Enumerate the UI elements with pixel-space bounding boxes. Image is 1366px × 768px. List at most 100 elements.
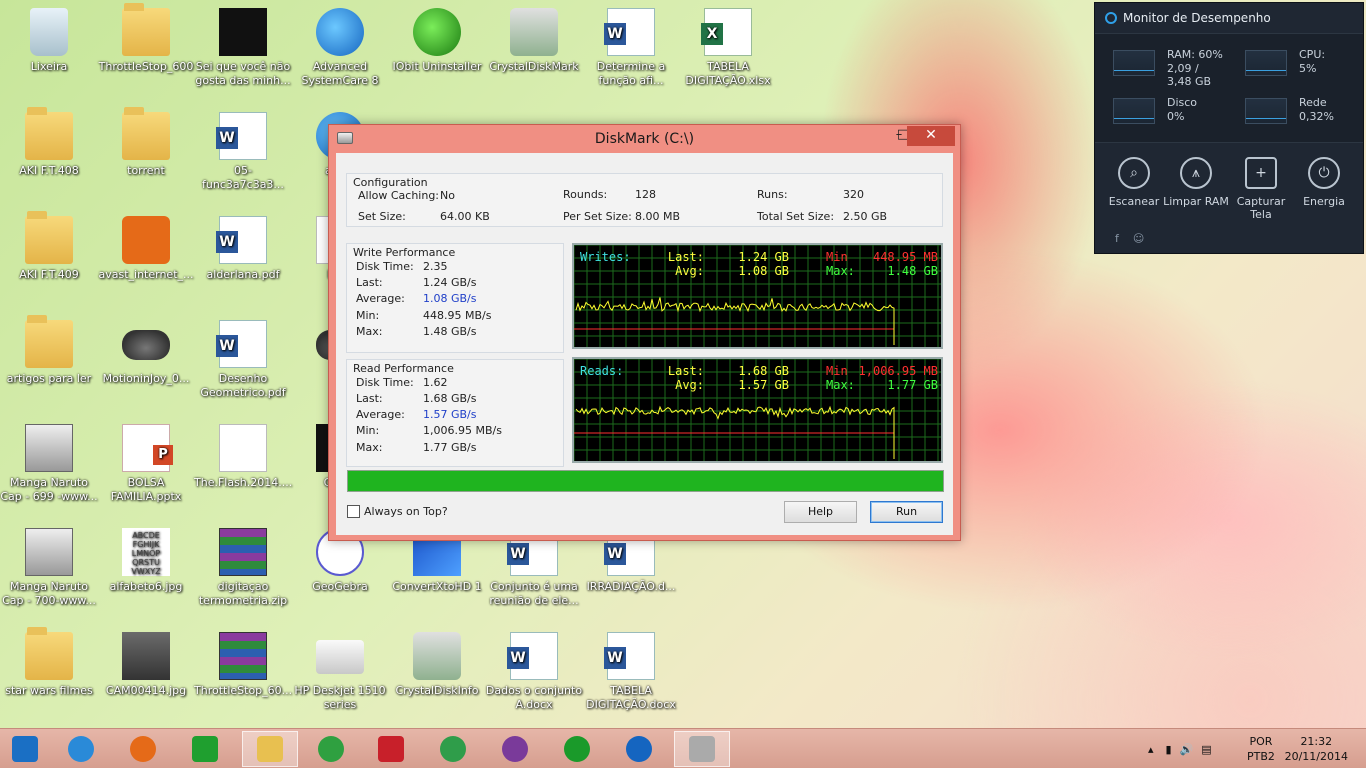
desktop-icon[interactable]: alderlana.pdf bbox=[194, 216, 292, 282]
read-disk-time-value: 1.62 bbox=[423, 376, 448, 389]
desktop-icon-label: TABELA DIGITAÇÃO.docx bbox=[586, 684, 676, 711]
taskbar-item[interactable] bbox=[366, 731, 416, 767]
desktop-icon-label: Sei que você não gosta das minh... bbox=[195, 60, 291, 87]
taskbar-item[interactable] bbox=[118, 731, 168, 767]
desktop-icon[interactable]: Sei que você não gosta das minh... bbox=[194, 8, 292, 88]
torrent-t-icon bbox=[378, 736, 404, 762]
desktop-icon[interactable]: digitaçao termometria.zip bbox=[194, 528, 292, 608]
word-icon bbox=[216, 216, 267, 264]
perf-social: f ☺ bbox=[1115, 232, 1144, 245]
desktop-icon[interactable]: Determine a função afi... bbox=[582, 8, 680, 88]
language-indicator[interactable]: POR PTB2 bbox=[1247, 734, 1275, 764]
power-button[interactable]: ⏻ Energia bbox=[1289, 157, 1359, 208]
desktop-icon[interactable]: avast_internet_... bbox=[97, 216, 195, 282]
perf-title-bar: Monitor de Desempenho bbox=[1095, 3, 1363, 33]
tray-expand-icon[interactable]: ▴ bbox=[1148, 743, 1154, 756]
desktop-icon[interactable]: CrystalDiskInfo bbox=[388, 632, 486, 698]
clock[interactable]: 21:32 20/11/2014 bbox=[1285, 734, 1348, 764]
scan-button[interactable]: ⌕ Escanear bbox=[1099, 157, 1169, 208]
desktop-icon-label: CrystalDiskInfo bbox=[395, 684, 479, 697]
volume-icon[interactable]: 🔊 bbox=[1180, 743, 1194, 756]
language-code: POR bbox=[1249, 735, 1273, 748]
disk-graph bbox=[1113, 98, 1155, 124]
taskbar-item[interactable] bbox=[490, 731, 540, 767]
total-set-size-label: Total Set Size: bbox=[757, 210, 835, 223]
clock-date: 20/11/2014 bbox=[1284, 750, 1348, 763]
folder-icon bbox=[122, 3, 170, 56]
taskbar-item[interactable] bbox=[614, 731, 664, 767]
desktop-icon[interactable]: ThrottleStop_60... bbox=[194, 632, 292, 698]
desktop-icon[interactable]: ABCDE FGHIJK LMNOP QRSTU VWXYZ alfabeto6.… bbox=[97, 528, 195, 594]
desktop-icon[interactable]: Manga Naruto Cap - 699 -www... bbox=[0, 424, 98, 504]
run-button[interactable]: Run bbox=[870, 501, 943, 523]
clean-ram-button[interactable]: ⩚ Limpar RAM bbox=[1161, 157, 1231, 208]
gamepad-icon bbox=[122, 330, 170, 360]
close-button[interactable]: ✕ bbox=[907, 126, 955, 146]
graph-avg-value: 1.08 GB bbox=[738, 264, 789, 278]
write-disk-time-value: 2.35 bbox=[423, 260, 448, 273]
capture-screen-button[interactable]: + Capturar Tela bbox=[1226, 157, 1296, 221]
taskbar-item[interactable] bbox=[552, 731, 602, 767]
screenshot-icon: + bbox=[1245, 157, 1277, 189]
graph-avg-value: 1.57 GB bbox=[738, 378, 789, 392]
read-max-label: Max: bbox=[356, 441, 383, 454]
disk-stat[interactable]: Disco 0% bbox=[1095, 92, 1225, 136]
desktop-icon[interactable]: IObit Uninstaller bbox=[388, 8, 486, 74]
desktop-icon[interactable]: artigos para ler bbox=[0, 315, 98, 386]
taskbar-item[interactable] bbox=[0, 731, 50, 767]
write-heading: Write Performance bbox=[353, 246, 456, 259]
desktop-icon-label: BOLSA FAMILIA.pptx bbox=[110, 476, 182, 503]
network-value: 0,32% bbox=[1299, 110, 1334, 123]
desktop-icon[interactable]: star wars filmes bbox=[0, 627, 98, 698]
desktop-icon[interactable]: BOLSA FAMILIA.pptx bbox=[97, 424, 195, 504]
desktop-icon[interactable]: torrent bbox=[97, 107, 195, 178]
read-min-value: 1,006.95 MB/s bbox=[423, 424, 502, 437]
desktop-icon[interactable]: Manga Naruto Cap - 700-www... bbox=[0, 528, 98, 608]
always-on-top-checkbox[interactable]: Always on Top? bbox=[347, 505, 448, 518]
facebook-icon[interactable]: f bbox=[1115, 232, 1119, 245]
checkbox-box[interactable] bbox=[347, 505, 360, 518]
desktop-icon[interactable]: ThrottleStop_600 bbox=[97, 3, 195, 74]
per-set-size-label: Per Set Size: bbox=[563, 210, 632, 223]
desktop-icon-label: Desenho Geometrico.pdf bbox=[200, 372, 286, 399]
help-button[interactable]: Help bbox=[784, 501, 857, 523]
desktop-icon[interactable]: The.Flash.2014.... bbox=[194, 424, 292, 490]
battery-icon[interactable]: ▮ bbox=[1166, 743, 1172, 756]
internet-explorer-icon bbox=[68, 736, 94, 762]
diskmark-titlebar[interactable]: DiskMark (C:\) – □ ✕ bbox=[329, 125, 960, 153]
desktop-icon[interactable]: Advanced SystemCare 8 bbox=[291, 8, 389, 88]
graph-max-value: 1.48 GB bbox=[887, 264, 938, 278]
chrome-icon bbox=[440, 736, 466, 762]
desktop-icon[interactable]: TABELA DIGITAÇÃO.docx bbox=[582, 632, 680, 712]
ram-stat[interactable]: RAM: 60% 2,09 / 3,48 GB bbox=[1095, 44, 1225, 88]
desktop-icon[interactable]: AKI F.T.408 bbox=[0, 107, 98, 178]
desktop-icon[interactable]: AKI F.T.409 bbox=[0, 211, 98, 282]
desktop-icon[interactable]: Desenho Geometrico.pdf bbox=[194, 320, 292, 400]
app-disk-icon bbox=[510, 8, 558, 56]
taskbar-item[interactable] bbox=[674, 731, 730, 767]
taskbar-item[interactable] bbox=[180, 731, 230, 767]
desktop-icon[interactable]: Lixeira bbox=[0, 8, 98, 74]
cpu-stat[interactable]: CPU: 5% bbox=[1227, 44, 1357, 88]
taskbar-item[interactable] bbox=[428, 731, 478, 767]
write-average-label: Average: bbox=[356, 292, 405, 305]
network-stat[interactable]: Rede 0,32% bbox=[1227, 92, 1357, 136]
desktop-icon[interactable]: CAM00414.jpg bbox=[97, 632, 195, 698]
network-icon[interactable]: ▤ bbox=[1201, 743, 1211, 756]
word-icon bbox=[604, 632, 655, 680]
desktop-icon[interactable]: CrystalDiskMark bbox=[485, 8, 583, 74]
desktop-icon[interactable]: HP Deskjet 1510 series bbox=[291, 632, 389, 712]
desktop-icon[interactable]: Dados o conjunto A.docx bbox=[485, 632, 583, 712]
taskbar-item[interactable] bbox=[242, 731, 298, 767]
feedback-icon[interactable]: ☺ bbox=[1133, 232, 1144, 245]
taskbar-item[interactable] bbox=[56, 731, 106, 767]
desktop-icon[interactable]: MotioninJoy_0... bbox=[97, 320, 195, 386]
desktop-icon[interactable]: TABELA DIGITAÇÃO.xlsx bbox=[679, 8, 777, 88]
taskbar-item[interactable] bbox=[306, 731, 356, 767]
desktop-icon-label: Determine a função afi... bbox=[596, 60, 666, 87]
search-icon: ⌕ bbox=[1118, 157, 1150, 189]
abc-icon: ABCDE FGHIJK LMNOP QRSTU VWXYZ bbox=[122, 528, 170, 576]
desktop-icon[interactable]: 05-func3a7c3a3... bbox=[194, 112, 292, 192]
scan-label: Escanear bbox=[1108, 195, 1160, 208]
read-max-value: 1.77 GB/s bbox=[423, 441, 477, 454]
